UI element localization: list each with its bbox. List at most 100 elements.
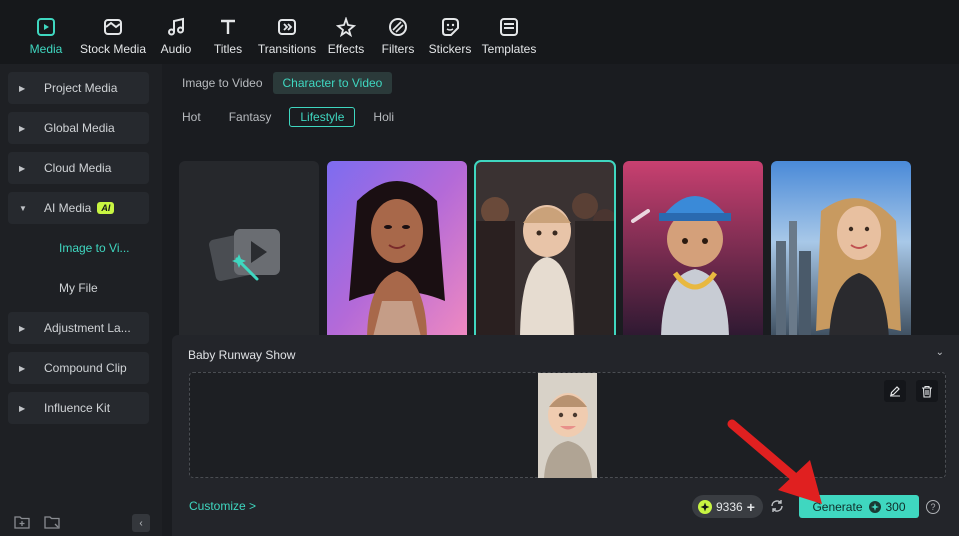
tab-image-to-video[interactable]: Image to Video bbox=[182, 72, 263, 94]
tab-fantasy[interactable]: Fantasy bbox=[229, 108, 272, 126]
generate-cost: 300 bbox=[868, 499, 906, 514]
transitions-icon bbox=[276, 16, 298, 38]
customize-link[interactable]: Customize > bbox=[189, 499, 256, 513]
caret-right-icon: ▶ bbox=[19, 363, 26, 373]
sidebar-item-label: Influence Kit bbox=[44, 401, 111, 415]
folder-icon[interactable] bbox=[44, 515, 60, 532]
trash-icon bbox=[922, 385, 932, 398]
toolbar-label: Effects bbox=[327, 42, 365, 56]
toolbar-label: Media bbox=[29, 42, 63, 56]
toolbar-titles[interactable]: Titles bbox=[212, 0, 244, 64]
toolbar-label: Templates bbox=[481, 42, 537, 56]
sidebar: ▶ Project Media ▶ Global Media ▶ Cloud M… bbox=[0, 64, 162, 536]
upload-media-tile[interactable] bbox=[179, 161, 319, 341]
caret-right-icon: ▶ bbox=[19, 323, 26, 333]
generation-panel: Baby Runway Show ⌄ Customize > 9336 + Ge… bbox=[172, 335, 959, 536]
generate-button[interactable]: Generate 300 bbox=[799, 495, 919, 518]
plus-icon: + bbox=[746, 498, 755, 515]
caret-right-icon: ▶ bbox=[19, 403, 26, 413]
sidebar-subitem-my-file[interactable]: My File bbox=[59, 281, 98, 295]
toolbar-label: Stickers bbox=[428, 42, 472, 56]
caret-right-icon: ▶ bbox=[19, 83, 26, 93]
stickers-icon bbox=[439, 16, 461, 38]
toolbar-label: Transitions bbox=[257, 42, 317, 56]
credits-value: 9336 bbox=[716, 499, 743, 514]
pencil-icon bbox=[890, 386, 900, 397]
sidebar-footer bbox=[14, 515, 60, 532]
generate-label: Generate bbox=[812, 499, 863, 514]
credits-icon bbox=[868, 500, 881, 513]
template-thumbnail-selected[interactable] bbox=[474, 160, 616, 342]
sidebar-subitem-image-to-video[interactable]: Image to Vi... bbox=[59, 241, 129, 255]
tab-lifestyle[interactable]: Lifestyle bbox=[289, 107, 356, 127]
credits-balance-button[interactable]: 9336 + bbox=[692, 495, 763, 518]
woman-city-image bbox=[771, 161, 911, 341]
collapse-sidebar-button[interactable]: ‹ bbox=[132, 514, 150, 532]
ai-badge: AI bbox=[97, 202, 115, 214]
effects-icon bbox=[335, 16, 357, 38]
toolbar-templates[interactable]: Templates bbox=[481, 0, 537, 64]
tab-hot[interactable]: Hot bbox=[182, 108, 201, 126]
sidebar-item-global-media[interactable]: ▶ Global Media bbox=[8, 112, 149, 144]
sidebar-item-ai-media[interactable]: ▼ AI Media AI bbox=[8, 192, 149, 224]
toolbar-label: Titles bbox=[213, 42, 243, 56]
panel-title: Baby Runway Show bbox=[188, 348, 296, 362]
toolbar-filters[interactable]: Filters bbox=[382, 0, 414, 64]
category-tabs: Hot Fantasy Lifestyle Holi bbox=[182, 107, 422, 127]
sidebar-item-cloud-media[interactable]: ▶ Cloud Media bbox=[8, 152, 149, 184]
titles-icon bbox=[217, 16, 239, 38]
baby-portrait-image bbox=[538, 373, 597, 478]
tab-character-to-video[interactable]: Character to Video bbox=[272, 72, 393, 94]
toolbar-audio[interactable]: Audio bbox=[158, 0, 194, 64]
woman-portrait-image bbox=[327, 161, 467, 341]
sidebar-item-label: Cloud Media bbox=[44, 161, 112, 175]
toolbar-effects[interactable]: Effects bbox=[328, 0, 364, 64]
image-dropzone[interactable] bbox=[189, 372, 946, 478]
chevron-down-icon[interactable]: ⌄ bbox=[936, 347, 944, 358]
baby-hiphop-image bbox=[623, 161, 763, 341]
stock-media-icon bbox=[102, 16, 124, 38]
generate-cost-value: 300 bbox=[885, 499, 906, 514]
caret-right-icon: ▶ bbox=[19, 163, 26, 173]
delete-button[interactable] bbox=[916, 380, 938, 402]
toolbar-stickers[interactable]: Stickers bbox=[429, 0, 471, 64]
sidebar-item-influence-kit[interactable]: ▶ Influence Kit bbox=[8, 392, 149, 424]
refresh-button[interactable] bbox=[769, 498, 785, 514]
sidebar-item-adjustment-layer[interactable]: ▶ Adjustment La... bbox=[8, 312, 149, 344]
sidebar-item-project-media[interactable]: ▶ Project Media bbox=[8, 72, 149, 104]
caret-right-icon: ▶ bbox=[19, 123, 26, 133]
top-toolbar: Media Stock Media Audio Titles Transitio… bbox=[0, 0, 959, 64]
sidebar-item-label: AI Media bbox=[44, 201, 92, 215]
caret-down-icon: ▼ bbox=[19, 203, 27, 213]
toolbar-label: Audio bbox=[160, 42, 192, 56]
add-media-icon bbox=[209, 229, 280, 281]
mode-tabs: Image to Video Character to Video bbox=[182, 72, 393, 94]
sidebar-item-compound-clip[interactable]: ▶ Compound Clip bbox=[8, 352, 149, 384]
filters-icon bbox=[387, 16, 409, 38]
new-folder-icon[interactable] bbox=[14, 515, 30, 532]
templates-icon bbox=[498, 16, 520, 38]
template-thumbnail[interactable] bbox=[327, 161, 467, 341]
credits-icon bbox=[698, 499, 712, 514]
toolbar-media[interactable]: Media bbox=[22, 0, 70, 64]
tab-holi[interactable]: Holi bbox=[373, 108, 394, 126]
template-thumbnail[interactable] bbox=[623, 161, 763, 341]
toolbar-transitions[interactable]: Transitions bbox=[258, 0, 316, 64]
help-button[interactable]: ? bbox=[926, 500, 940, 514]
sidebar-item-label: Adjustment La... bbox=[44, 321, 131, 335]
media-icon bbox=[35, 16, 57, 38]
edit-button[interactable] bbox=[884, 380, 906, 402]
toolbar-label: Stock Media bbox=[79, 42, 147, 56]
sidebar-item-label: Compound Clip bbox=[44, 361, 127, 375]
refresh-icon bbox=[771, 500, 783, 512]
template-thumbnail[interactable] bbox=[771, 161, 911, 341]
help-icon: ? bbox=[930, 502, 936, 512]
audio-icon bbox=[165, 16, 187, 38]
toolbar-label: Filters bbox=[381, 42, 415, 56]
toolbar-stock-media[interactable]: Stock Media bbox=[78, 0, 148, 64]
chevron-left-icon: ‹ bbox=[139, 517, 143, 529]
sidebar-item-label: Global Media bbox=[44, 121, 115, 135]
uploaded-image bbox=[538, 373, 597, 478]
sidebar-item-label: Project Media bbox=[44, 81, 118, 95]
baby-runway-image bbox=[475, 161, 615, 341]
